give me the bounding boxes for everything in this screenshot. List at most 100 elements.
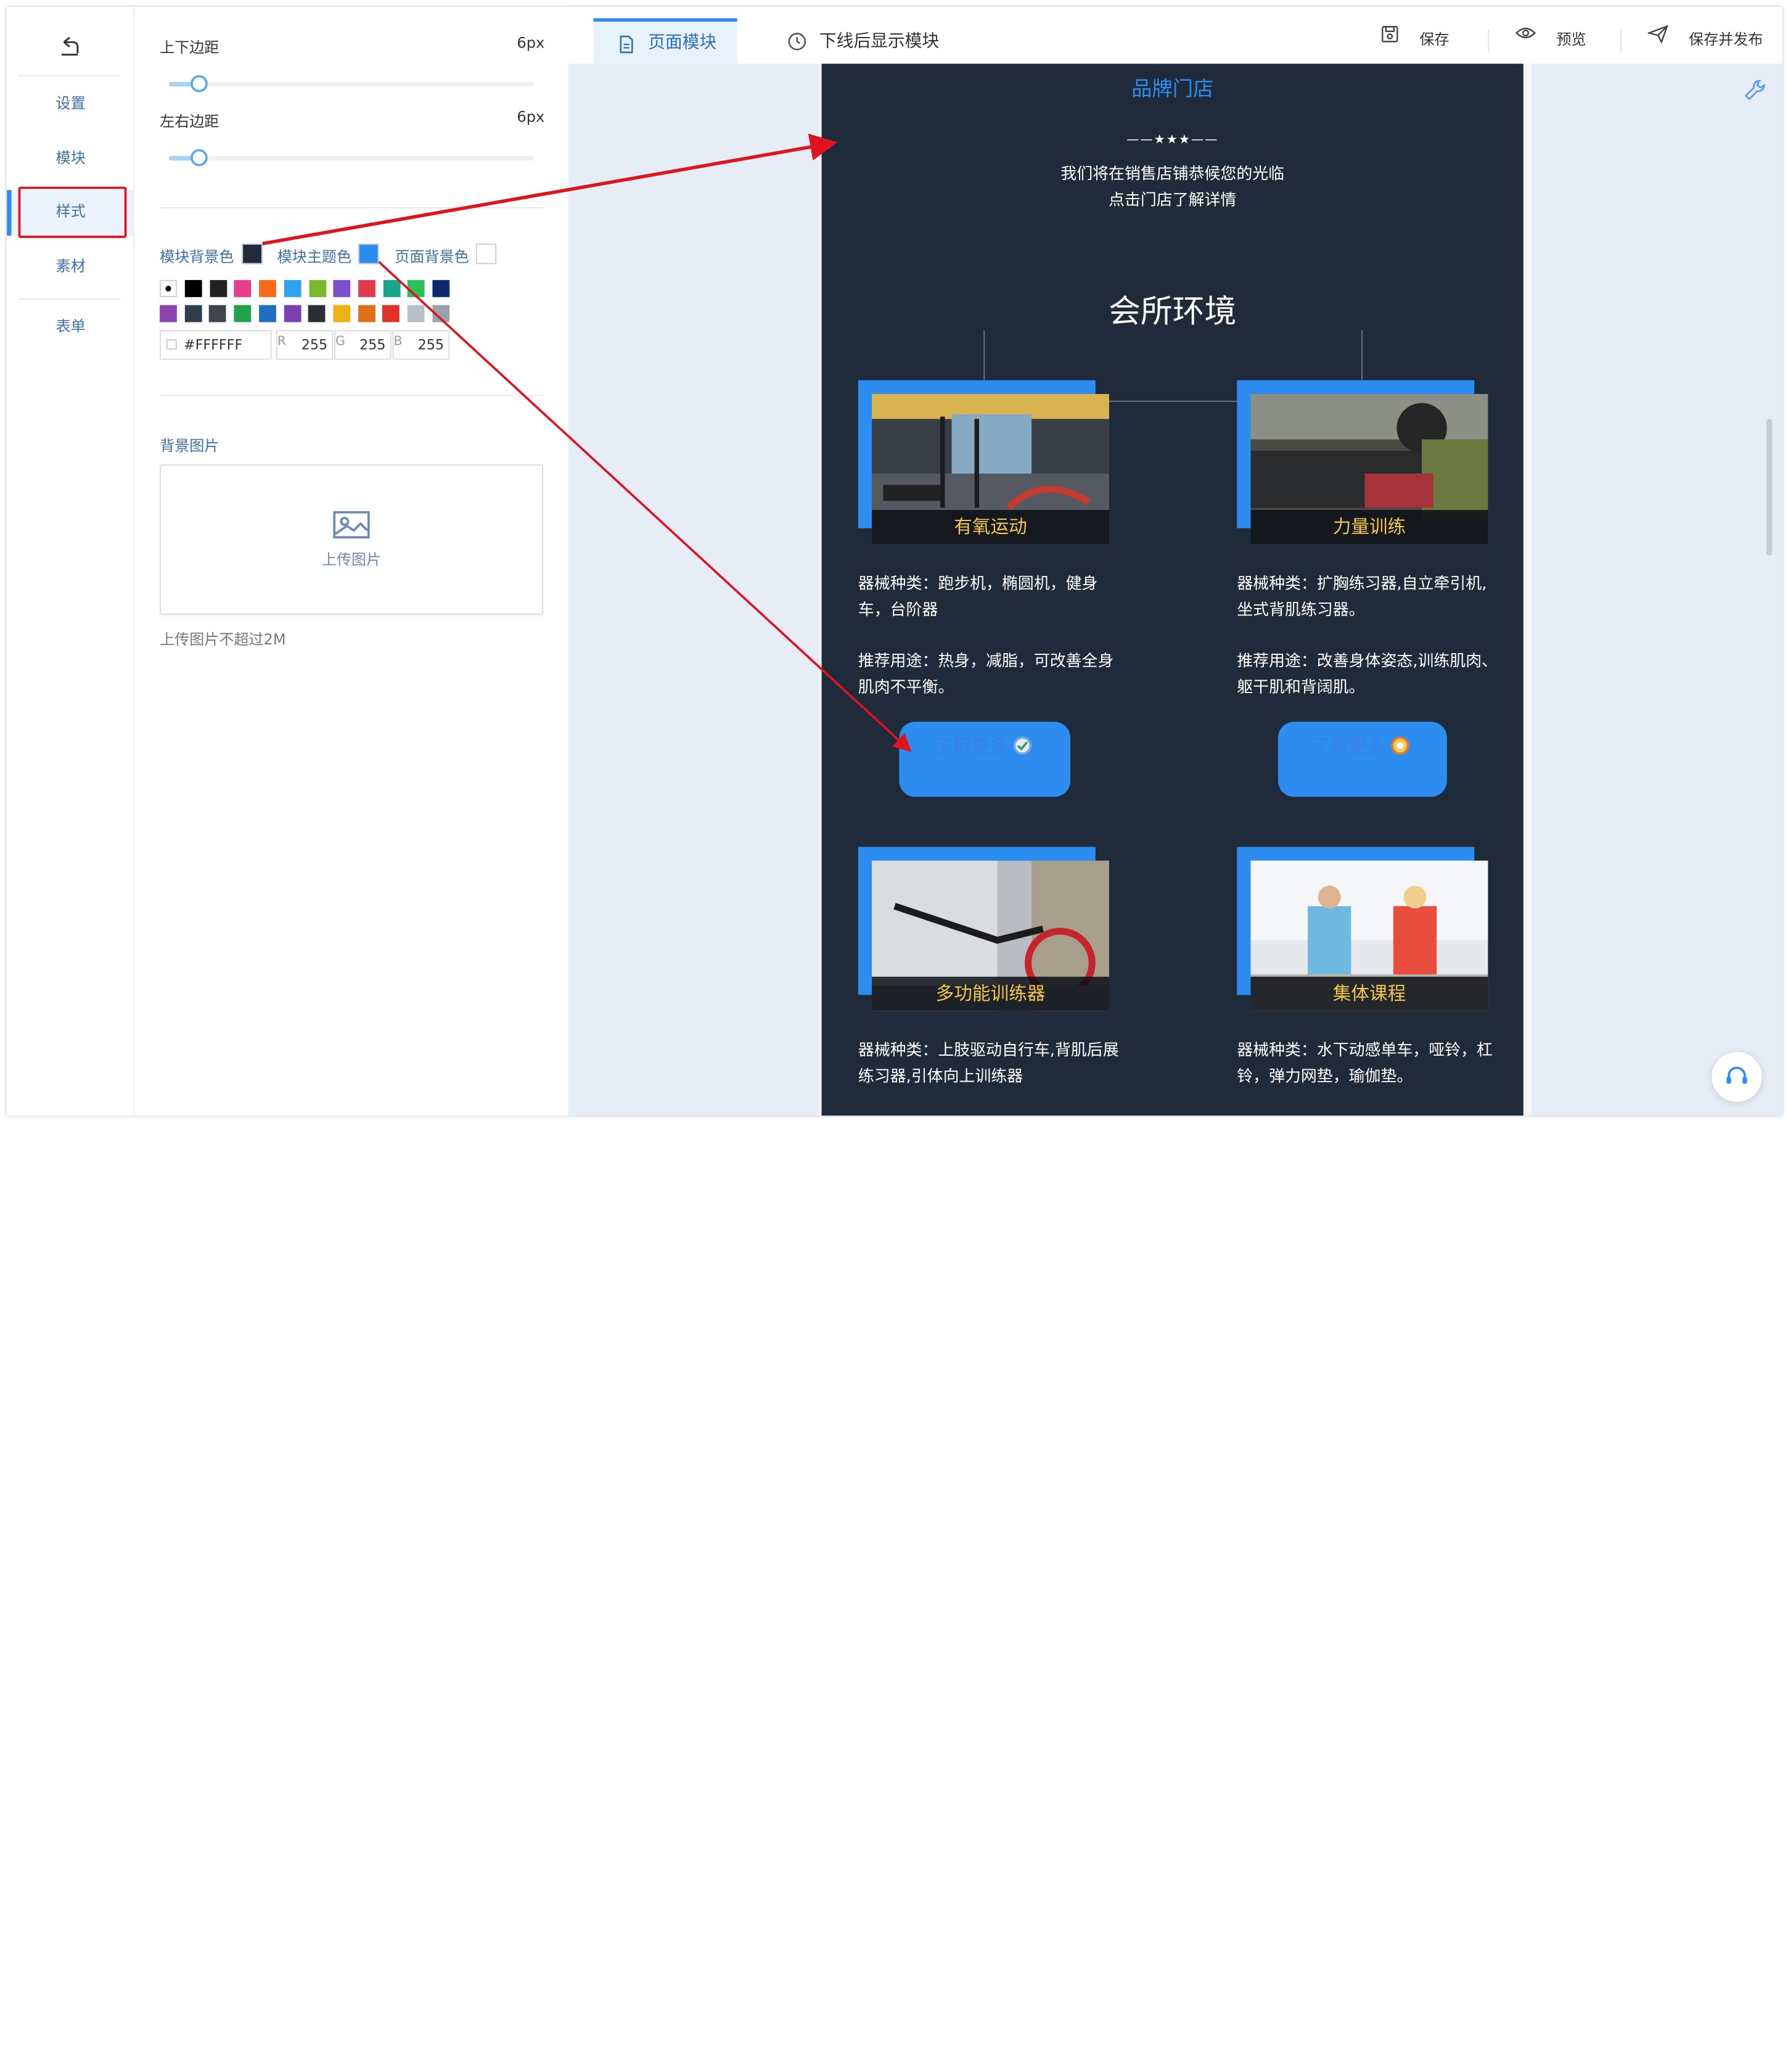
hex-input[interactable]: #FFFFFF [160,330,272,360]
horizontal-padding-slider[interactable] [168,149,535,166]
palette-swatch[interactable] [333,305,350,323]
module-theme-color-label: 模块主题色 [277,249,352,266]
vertical-padding-label: 上下边距 [160,39,219,57]
brand-store-title[interactable]: 品牌门店 [822,73,1523,102]
send-icon [1647,25,1668,44]
module-theme-color-swatch[interactable] [358,244,379,265]
toolbar-divider [1488,29,1490,52]
mobile-preview: 品牌门店 ——★★★—— 我们将在销售店铺恭候您的光临 点击门店了解详情 会所环… [821,64,1523,1116]
save-icon [1382,26,1398,43]
upload-image-label: 上传图片 [321,552,382,569]
palette-swatch[interactable] [284,280,301,297]
card-title: 集体课程 [1250,976,1488,1011]
palette-swatch[interactable] [407,305,425,323]
save-publish-button[interactable]: 保存并发布 [1647,25,1763,49]
stars-divider: ——★★★—— [1126,132,1219,147]
image-icon [333,511,370,539]
g-input[interactable]: G 255 [334,330,392,360]
palette-swatch[interactable] [258,305,276,323]
preview-button[interactable]: 预览 [1515,27,1586,49]
upload-hint: 上传图片不超过2M [160,631,286,649]
upload-image-area[interactable]: 上传图片 [160,464,543,615]
card-image-aerobic[interactable]: 有氧运动 [872,393,1109,545]
connector-line [1095,400,1242,402]
save-publish-label: 保存并发布 [1689,31,1763,49]
palette-swatch[interactable] [333,280,351,297]
palette-swatch[interactable] [358,280,375,297]
vertical-padding-value: 6px [517,35,545,52]
nav-item-modules[interactable]: 模块 [7,137,134,183]
save-button[interactable]: 保存 [1380,26,1450,49]
module-bg-color-swatch[interactable] [242,244,263,265]
nav-item-materials[interactable]: 素材 [7,245,134,290]
hex-value: #FFFFFF [183,337,243,353]
palette-swatch[interactable] [358,305,375,323]
nav-item-forms[interactable]: 表单 [7,305,134,351]
palette-swatch[interactable] [382,305,400,323]
save-label: 保存 [1419,31,1450,49]
palette-swatch[interactable] [283,305,301,323]
palette-swatch[interactable] [432,305,449,323]
headset-icon [1726,1066,1747,1084]
r-tag: R [277,333,286,348]
card-image-group-class[interactable]: 集体课程 [1250,860,1488,1011]
canvas-area: 页面模块 下线后显示模块 保存 预览 保存并发布 品牌门店 ——★★★—— 我们… [568,7,1782,1116]
page-bg-color-label: 页面背景色 [395,249,469,266]
learn-more-label: 了解更多 [934,735,1008,757]
card-image-strength[interactable]: 力量训练 [1250,393,1488,545]
card-title: 有氧运动 [872,510,1109,545]
palette-swatch[interactable] [259,280,277,297]
palette-swatch[interactable] [408,280,425,297]
palette-swatch[interactable] [209,305,227,323]
slider-handle[interactable] [190,149,208,166]
palette-swatch[interactable] [234,305,252,323]
card-title: 力量训练 [1250,510,1488,545]
card-desc-equipment: 器械种类：水下动感单车，哑铃，杠铃，弹力网垫，瑜伽垫。 [1237,1042,1493,1087]
section-title: 会所环境 [1109,292,1237,331]
vertical-padding-slider[interactable] [168,75,535,92]
card-image-multifunction[interactable]: 多功能训练器 [872,860,1109,1011]
palette-swatch[interactable] [432,280,450,297]
learn-more-button[interactable]: 了解更多 [899,722,1071,797]
palette-swatch[interactable] [308,280,326,297]
top-toolbar: 页面模块 下线后显示模块 保存 预览 保存并发布 [568,7,1782,64]
page-bg-color-swatch[interactable] [475,244,497,265]
eye-icon [1515,27,1536,39]
palette-swatch[interactable] [308,305,326,323]
toolbar-divider [1620,29,1622,52]
palette-swatch-white[interactable] [160,280,177,297]
palette-swatch[interactable] [160,305,177,323]
left-nav: 设置 模块 样式 素材 表单 [7,7,135,1116]
learn-more-label: 了解更多 [1312,735,1385,757]
palette-swatch[interactable] [184,305,202,323]
module-bg-color-label: 模块背景色 [160,249,234,266]
learn-more-button[interactable]: 了解更多 [1277,722,1447,797]
r-input[interactable]: R 255 [276,330,334,360]
tab-page-modules[interactable]: 页面模块 [593,18,737,64]
tab-offline-modules-label: 下线后显示模块 [819,30,940,52]
g-tag: G [335,333,345,348]
nav-item-settings[interactable]: 设置 [7,82,134,128]
slider-handle[interactable] [190,75,208,92]
palette-swatch[interactable] [184,280,202,297]
connector-line [983,330,985,380]
clock-icon [788,33,806,51]
card-desc-usage: 推荐用途：改善身体姿态,训练肌肉、躯干肌和背阔肌。 [1237,652,1498,697]
palette-swatch[interactable] [383,280,400,297]
card-desc-equipment: 器械种类：跑步机，椭圆机，健身车，台阶器 [858,575,1098,620]
support-button[interactable] [1712,1051,1762,1102]
document-icon [620,35,633,54]
palette-swatch[interactable] [234,280,252,297]
tab-offline-modules[interactable]: 下线后显示模块 [787,18,970,64]
b-input[interactable]: B 255 [392,330,450,360]
b-tag: B [393,333,403,348]
palette-swatch[interactable] [209,280,227,297]
card-desc-equipment: 器械种类：上肢驱动自行车,背肌后展练习器,引体向上训练器 [858,1042,1119,1087]
bg-image-label: 背景图片 [160,438,219,456]
nav-divider [18,75,121,76]
undo-icon[interactable] [57,34,83,59]
wrench-icon[interactable] [1744,78,1769,103]
gear-icon [1013,736,1032,754]
scrollbar[interactable] [1766,419,1773,556]
gear-icon [1391,736,1409,754]
